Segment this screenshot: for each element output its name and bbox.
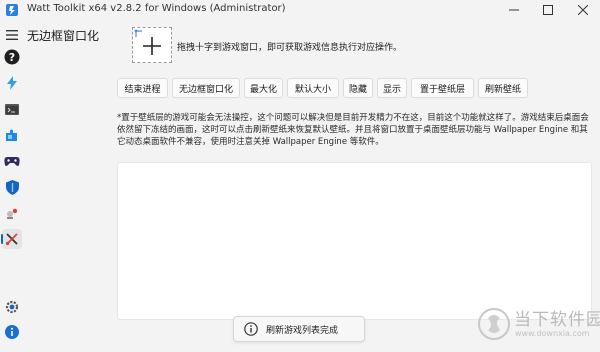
refresh-wallpaper-button[interactable]: 刷新壁纸 <box>478 78 528 98</box>
minimize-button[interactable] <box>497 0 531 20</box>
info-circle-icon <box>244 322 258 336</box>
sidebar-item-about[interactable] <box>2 322 22 342</box>
sidebar-item-game-list[interactable] <box>2 151 22 171</box>
minimize-icon <box>509 9 519 11</box>
set-wallpaper-layer-button[interactable]: 置于壁纸层 <box>411 78 474 98</box>
toast-notification: 刷新游戏列表完成 <box>233 316 365 342</box>
toast-message: 刷新游戏列表完成 <box>266 325 339 336</box>
game-window-list[interactable] <box>117 162 592 320</box>
sidebar-item-help[interactable]: ? <box>2 47 22 67</box>
crosshair-icon <box>134 29 161 55</box>
sidebar-item-settings[interactable] <box>2 297 22 317</box>
drag-hint-text: 拖拽十字到游戏窗口，即可获取游戏信息执行对应操作。 <box>177 43 403 53</box>
close-icon <box>578 5 588 15</box>
wallpaper-notice-text: *置于壁纸层的游戏可能会无法操控，这个问题可以解决但是目前开发精力不在这，目前这… <box>117 113 589 147</box>
sidebar-item-steam[interactable] <box>2 125 22 145</box>
puzzle-icon <box>6 129 17 141</box>
hamburger-menu-button[interactable] <box>2 25 22 45</box>
close-button[interactable] <box>566 0 600 20</box>
title-bar: Watt Toolkit x64 v2.8.2 for Windows (Adm… <box>0 0 600 20</box>
borderless-window-icon <box>5 233 18 246</box>
sidebar-item-accelerator[interactable] <box>2 73 22 93</box>
page-title: 无边框窗口化 <box>27 29 100 43</box>
terminal-icon <box>5 103 19 115</box>
lightning-icon <box>7 76 17 90</box>
maximize-button[interactable] <box>531 0 565 20</box>
site-watermark: 当下软件园 www.downxia.com <box>478 300 600 348</box>
maximize-game-button[interactable]: 最大化 <box>244 78 283 98</box>
sidebar-item-authenticator[interactable] <box>2 177 22 197</box>
gamepad-icon <box>4 156 20 166</box>
maximize-icon <box>543 5 553 15</box>
svg-text:?: ? <box>9 51 15 64</box>
hide-button[interactable]: 隐藏 <box>343 78 373 98</box>
borderless-window-button[interactable]: 无边框窗口化 <box>172 78 240 98</box>
default-size-button[interactable]: 默认大小 <box>287 78 339 98</box>
watermark-url: www.downxia.com <box>515 329 590 338</box>
tools-icon <box>7 208 18 219</box>
sidebar-item-script[interactable] <box>2 99 22 119</box>
hamburger-menu-icon <box>6 30 18 40</box>
info-icon <box>5 325 19 339</box>
window-title: Watt Toolkit x64 v2.8.2 for Windows (Adm… <box>27 3 286 14</box>
watermark-logo-icon <box>478 308 510 340</box>
end-process-button[interactable]: 结束进程 <box>117 78 168 98</box>
sidebar: ? <box>0 20 24 352</box>
show-button[interactable]: 显示 <box>377 78 407 98</box>
sidebar-item-borderless-window[interactable] <box>1 229 22 249</box>
watt-toolkit-logo-icon <box>6 4 18 16</box>
help-icon: ? <box>4 49 20 65</box>
sidebar-item-tools[interactable] <box>2 203 22 223</box>
crosshair-drag-target[interactable] <box>132 27 172 63</box>
settings-gear-icon <box>5 300 19 314</box>
shield-icon <box>5 179 19 195</box>
watermark-title: 当下软件园 <box>514 310 600 330</box>
